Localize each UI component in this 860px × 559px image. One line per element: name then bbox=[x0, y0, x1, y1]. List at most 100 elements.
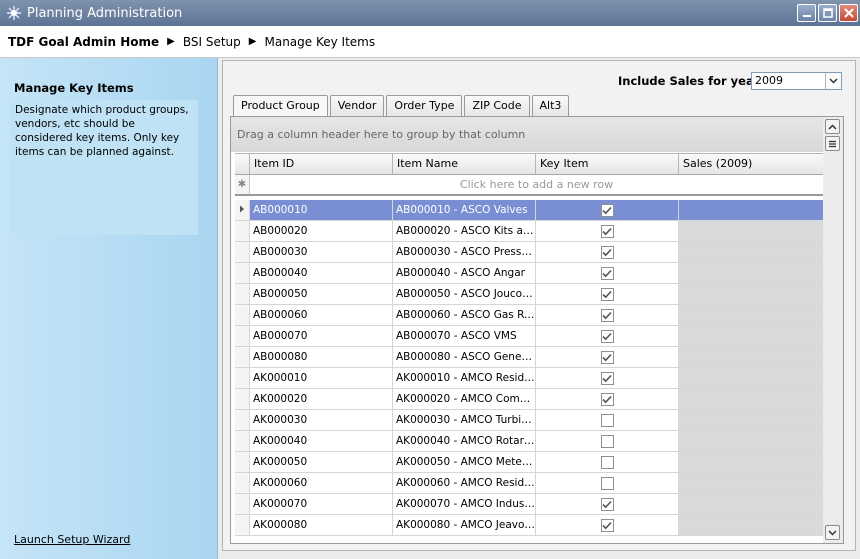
key-item-cell[interactable] bbox=[536, 368, 679, 388]
key-item-checkbox[interactable] bbox=[600, 245, 614, 259]
sales-cell[interactable] bbox=[679, 242, 823, 262]
item-id-cell[interactable]: AK000050 bbox=[250, 452, 393, 472]
column-header-item-name[interactable]: Item Name bbox=[393, 154, 536, 174]
item-name-cell[interactable]: AB000010 - ASCO Valves bbox=[393, 200, 536, 220]
table-row[interactable]: AB000050 AB000050 - ASCO Jouco… bbox=[235, 284, 823, 305]
tab-alt3[interactable]: Alt3 bbox=[531, 95, 570, 116]
key-item-cell[interactable] bbox=[536, 326, 679, 346]
row-selector[interactable] bbox=[235, 305, 250, 325]
table-row[interactable]: AK000080 AK000080 - AMCO Jeavo… bbox=[235, 515, 823, 536]
close-button[interactable] bbox=[839, 4, 858, 22]
chevron-down-icon[interactable] bbox=[825, 73, 841, 89]
group-by-area[interactable]: Drag a column header here to group by th… bbox=[231, 117, 843, 152]
table-row[interactable]: AK000060 AK000060 - AMCO Reside… bbox=[235, 473, 823, 494]
item-name-cell[interactable]: AK000050 - AMCO Meter … bbox=[393, 452, 536, 472]
table-row[interactable]: AK000070 AK000070 - AMCO Indust… bbox=[235, 494, 823, 515]
new-row[interactable]: ✱ Click here to add a new row bbox=[235, 175, 823, 196]
item-id-cell[interactable]: AB000080 bbox=[250, 347, 393, 367]
item-name-cell[interactable]: AK000010 - AMCO Reside… bbox=[393, 368, 536, 388]
key-item-checkbox[interactable] bbox=[600, 434, 614, 448]
item-name-cell[interactable]: AB000060 - ASCO Gas Re… bbox=[393, 305, 536, 325]
key-item-checkbox[interactable] bbox=[600, 413, 614, 427]
row-selector[interactable] bbox=[235, 410, 250, 430]
key-item-cell[interactable] bbox=[536, 305, 679, 325]
item-name-cell[interactable]: AB000020 - ASCO Kits an… bbox=[393, 221, 536, 241]
sales-cell[interactable] bbox=[679, 284, 823, 304]
vertical-scrollbar[interactable] bbox=[823, 117, 843, 543]
item-name-cell[interactable]: AK000060 - AMCO Reside… bbox=[393, 473, 536, 493]
column-header-sales[interactable]: Sales (2009) bbox=[679, 154, 823, 174]
tab-order-type[interactable]: Order Type bbox=[386, 95, 463, 116]
item-id-cell[interactable]: AB000010 bbox=[250, 200, 393, 220]
item-id-cell[interactable]: AB000060 bbox=[250, 305, 393, 325]
item-id-cell[interactable]: AB000040 bbox=[250, 263, 393, 283]
row-selector[interactable] bbox=[235, 473, 250, 493]
table-row[interactable]: AB000060 AB000060 - ASCO Gas Re… bbox=[235, 305, 823, 326]
key-item-checkbox[interactable] bbox=[600, 203, 614, 217]
table-row[interactable]: AB000010 AB000010 - ASCO Valves bbox=[235, 200, 823, 221]
sales-cell[interactable] bbox=[679, 326, 823, 346]
key-item-cell[interactable] bbox=[536, 494, 679, 514]
launch-setup-wizard-link[interactable]: Launch Setup Wizard bbox=[14, 533, 130, 546]
item-name-cell[interactable]: AB000030 - ASCO Pressu… bbox=[393, 242, 536, 262]
item-name-cell[interactable]: AB000040 - ASCO Angar bbox=[393, 263, 536, 283]
item-id-cell[interactable]: AK000040 bbox=[250, 431, 393, 451]
row-selector[interactable] bbox=[235, 200, 250, 220]
row-selector[interactable] bbox=[235, 221, 250, 241]
row-selector[interactable] bbox=[235, 242, 250, 262]
item-name-cell[interactable]: AB000080 - ASCO Genera… bbox=[393, 347, 536, 367]
sales-cell[interactable] bbox=[679, 347, 823, 367]
year-select[interactable]: 2009 bbox=[751, 72, 842, 90]
table-row[interactable]: AK000020 AK000020 - AMCO Comm… bbox=[235, 389, 823, 410]
key-item-checkbox[interactable] bbox=[600, 455, 614, 469]
table-row[interactable]: AB000040 AB000040 - ASCO Angar bbox=[235, 263, 823, 284]
item-name-cell[interactable]: AB000070 - ASCO VMS bbox=[393, 326, 536, 346]
item-id-cell[interactable]: AB000070 bbox=[250, 326, 393, 346]
row-selector[interactable] bbox=[235, 389, 250, 409]
item-name-cell[interactable]: AK000080 - AMCO Jeavo… bbox=[393, 515, 536, 535]
row-selector[interactable] bbox=[235, 326, 250, 346]
key-item-checkbox[interactable] bbox=[600, 350, 614, 364]
key-item-checkbox[interactable] bbox=[600, 476, 614, 490]
item-id-cell[interactable]: AK000080 bbox=[250, 515, 393, 535]
sales-cell[interactable] bbox=[679, 494, 823, 514]
key-item-cell[interactable] bbox=[536, 263, 679, 283]
row-selector[interactable] bbox=[235, 515, 250, 535]
sales-cell[interactable] bbox=[679, 221, 823, 241]
tab-zip-code[interactable]: ZIP Code bbox=[464, 95, 530, 116]
sales-cell[interactable] bbox=[679, 368, 823, 388]
new-row-hint[interactable]: Click here to add a new row bbox=[250, 175, 823, 194]
row-selector[interactable] bbox=[235, 347, 250, 367]
item-id-cell[interactable]: AK000020 bbox=[250, 389, 393, 409]
key-item-cell[interactable] bbox=[536, 410, 679, 430]
key-item-cell[interactable] bbox=[536, 347, 679, 367]
table-row[interactable]: AK000010 AK000010 - AMCO Reside… bbox=[235, 368, 823, 389]
key-item-checkbox[interactable] bbox=[600, 266, 614, 280]
key-item-cell[interactable] bbox=[536, 200, 679, 220]
breadcrumb-bsi-setup[interactable]: BSI Setup bbox=[183, 35, 241, 49]
table-row[interactable]: AB000070 AB000070 - ASCO VMS bbox=[235, 326, 823, 347]
row-selector[interactable] bbox=[235, 284, 250, 304]
key-item-checkbox[interactable] bbox=[600, 224, 614, 238]
table-row[interactable]: AB000080 AB000080 - ASCO Genera… bbox=[235, 347, 823, 368]
table-row[interactable]: AK000030 AK000030 - AMCO Turbin… bbox=[235, 410, 823, 431]
table-row[interactable]: AB000030 AB000030 - ASCO Pressu… bbox=[235, 242, 823, 263]
item-id-cell[interactable]: AB000050 bbox=[250, 284, 393, 304]
sales-cell[interactable] bbox=[679, 473, 823, 493]
item-id-cell[interactable]: AK000030 bbox=[250, 410, 393, 430]
table-row[interactable]: AK000050 AK000050 - AMCO Meter … bbox=[235, 452, 823, 473]
row-selector[interactable] bbox=[235, 263, 250, 283]
key-item-cell[interactable] bbox=[536, 389, 679, 409]
tab-vendor[interactable]: Vendor bbox=[329, 95, 385, 116]
row-selector[interactable] bbox=[235, 368, 250, 388]
key-item-checkbox[interactable] bbox=[600, 287, 614, 301]
sales-cell[interactable] bbox=[679, 305, 823, 325]
item-name-cell[interactable]: AK000030 - AMCO Turbin… bbox=[393, 410, 536, 430]
key-item-checkbox[interactable] bbox=[600, 518, 614, 532]
table-row[interactable]: AK000040 AK000040 - AMCO Rotary… bbox=[235, 431, 823, 452]
breadcrumb-home[interactable]: TDF Goal Admin Home bbox=[8, 35, 159, 49]
item-name-cell[interactable]: AB000050 - ASCO Jouco… bbox=[393, 284, 536, 304]
tab-product-group[interactable]: Product Group bbox=[233, 95, 328, 117]
scroll-up-button[interactable] bbox=[825, 119, 840, 134]
key-item-checkbox[interactable] bbox=[600, 329, 614, 343]
